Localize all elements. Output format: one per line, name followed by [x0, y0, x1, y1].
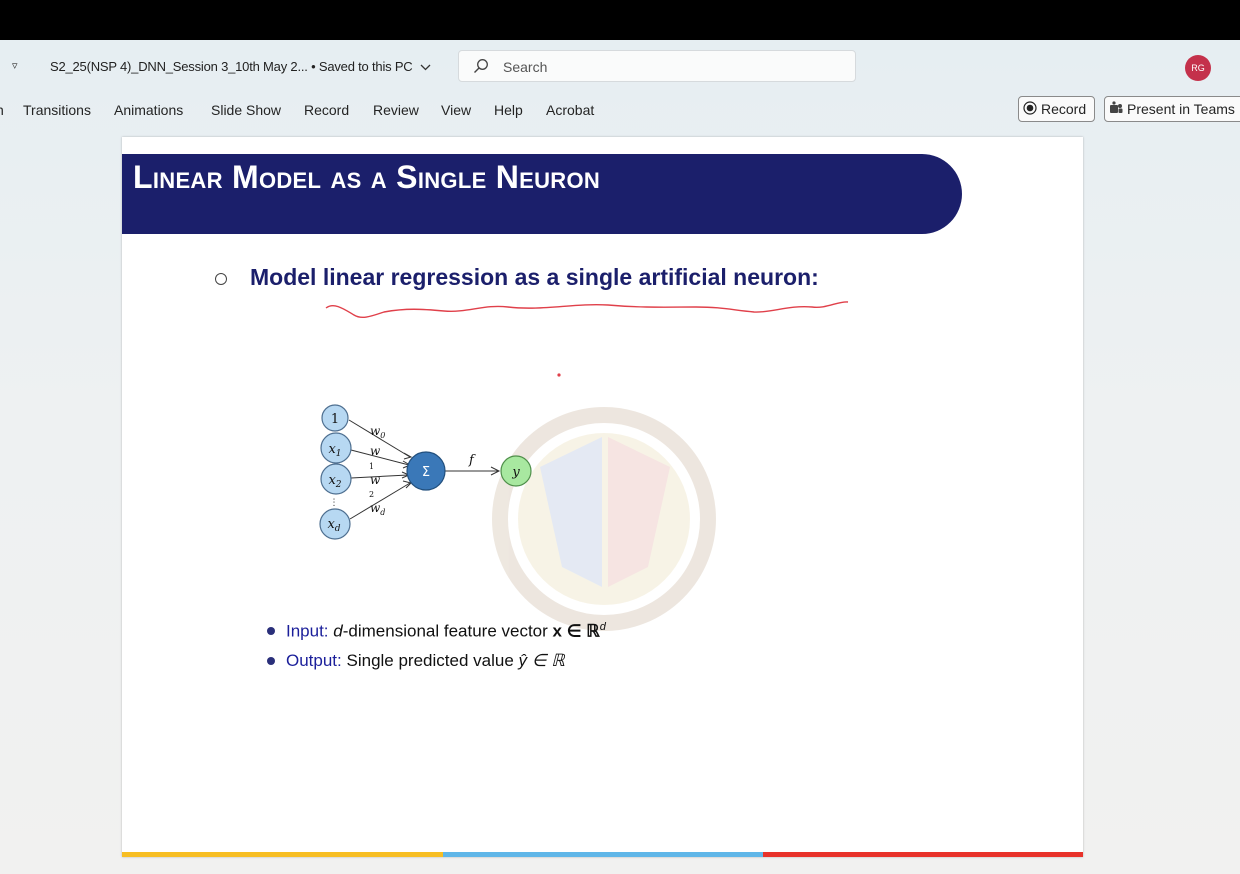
- output-description: Single predicted value: [346, 651, 514, 670]
- accent-bar-blue: [443, 852, 763, 857]
- save-status: • Saved to this PC: [311, 59, 413, 74]
- record-button[interactable]: Record: [1018, 96, 1095, 122]
- tab-record[interactable]: Record: [304, 102, 349, 118]
- tab-view[interactable]: View: [441, 102, 471, 118]
- weight-w2: w: [370, 473, 381, 487]
- powerpoint-window: ▿ S2_25(NSP 4)_DNN_Session 3_10th May 2.…: [0, 40, 1240, 874]
- output-label-text: Output:: [286, 651, 342, 670]
- input-label: Input:: [286, 621, 329, 641]
- tab-help[interactable]: Help: [494, 102, 523, 118]
- input-math-superscript: d: [599, 621, 606, 633]
- summation-node: Σ: [406, 451, 446, 491]
- quick-access-dropdown-icon[interactable]: ▿: [12, 59, 18, 72]
- bullet-dot-icon: [267, 657, 275, 665]
- accent-bar-red: [763, 852, 1083, 857]
- sum-symbol: Σ: [422, 465, 430, 480]
- present-in-teams-button[interactable]: Present in Teams: [1104, 96, 1240, 122]
- annotation-underline: [325, 301, 849, 319]
- weight-wd: wd: [370, 501, 385, 517]
- tab-slide-show[interactable]: Slide Show: [211, 102, 281, 118]
- search-input[interactable]: [501, 56, 835, 78]
- input-vector-math: x ∈ ℝ: [552, 621, 600, 641]
- slide-canvas[interactable]: Linear Model as a Single Neuron Model li…: [122, 137, 1083, 857]
- watermark-seal-icon: [492, 407, 716, 631]
- user-avatar[interactable]: RG: [1185, 55, 1211, 81]
- tab-animations[interactable]: Animations: [114, 102, 183, 118]
- input-label-1: 1: [331, 412, 339, 427]
- teams-icon: [1109, 98, 1123, 122]
- activation-label: f: [468, 453, 476, 468]
- chevron-down-icon: [420, 62, 431, 74]
- record-icon: [1023, 98, 1037, 122]
- svg-text:1: 1: [369, 462, 374, 471]
- input-node-x2: x2: [320, 463, 352, 495]
- tab-review[interactable]: Review: [373, 102, 419, 118]
- input-dim-variable: d: [333, 621, 343, 641]
- input-node-x1: x1: [320, 432, 352, 464]
- output-label: y: [511, 465, 520, 480]
- neuron-diagram: 1 x1 x2 ⋮ xd w0 w 1 w 2 wd Σ f y: [319, 301, 849, 631]
- title-bar: ▿ S2_25(NSP 4)_DNN_Session 3_10th May 2.…: [0, 40, 1240, 92]
- annotation-dot: [557, 373, 561, 377]
- accent-bar-yellow: [122, 852, 443, 857]
- ribbon-tabs: n Transitions Animations Slide Show Reco…: [0, 92, 1240, 128]
- bullet-dot-icon: [267, 627, 275, 635]
- weight-w0: w0: [370, 424, 385, 440]
- input-description: -dimensional feature vector: [342, 621, 548, 641]
- weight-w1: w: [370, 444, 381, 458]
- search-icon: [473, 58, 489, 79]
- output-math: ŷ ∈ ℝ: [518, 651, 565, 670]
- tab-acrobat[interactable]: Acrobat: [546, 102, 594, 118]
- tab-home-partial[interactable]: n: [0, 102, 4, 118]
- present-button-label: Present in Teams: [1127, 101, 1235, 117]
- tab-transitions[interactable]: Transitions: [23, 102, 91, 118]
- input-node-1: 1: [321, 404, 349, 432]
- record-button-label: Record: [1041, 101, 1087, 117]
- search-box[interactable]: [458, 50, 856, 82]
- svg-text:2: 2: [369, 490, 374, 499]
- input-node-xd: xd: [319, 508, 351, 540]
- output-node-y: y: [500, 455, 532, 487]
- document-name: S2_25(NSP 4)_DNN_Session 3_10th May 2...: [50, 59, 308, 74]
- svg-text:⋮: ⋮: [330, 498, 339, 508]
- document-title[interactable]: S2_25(NSP 4)_DNN_Session 3_10th May 2...…: [50, 59, 431, 74]
